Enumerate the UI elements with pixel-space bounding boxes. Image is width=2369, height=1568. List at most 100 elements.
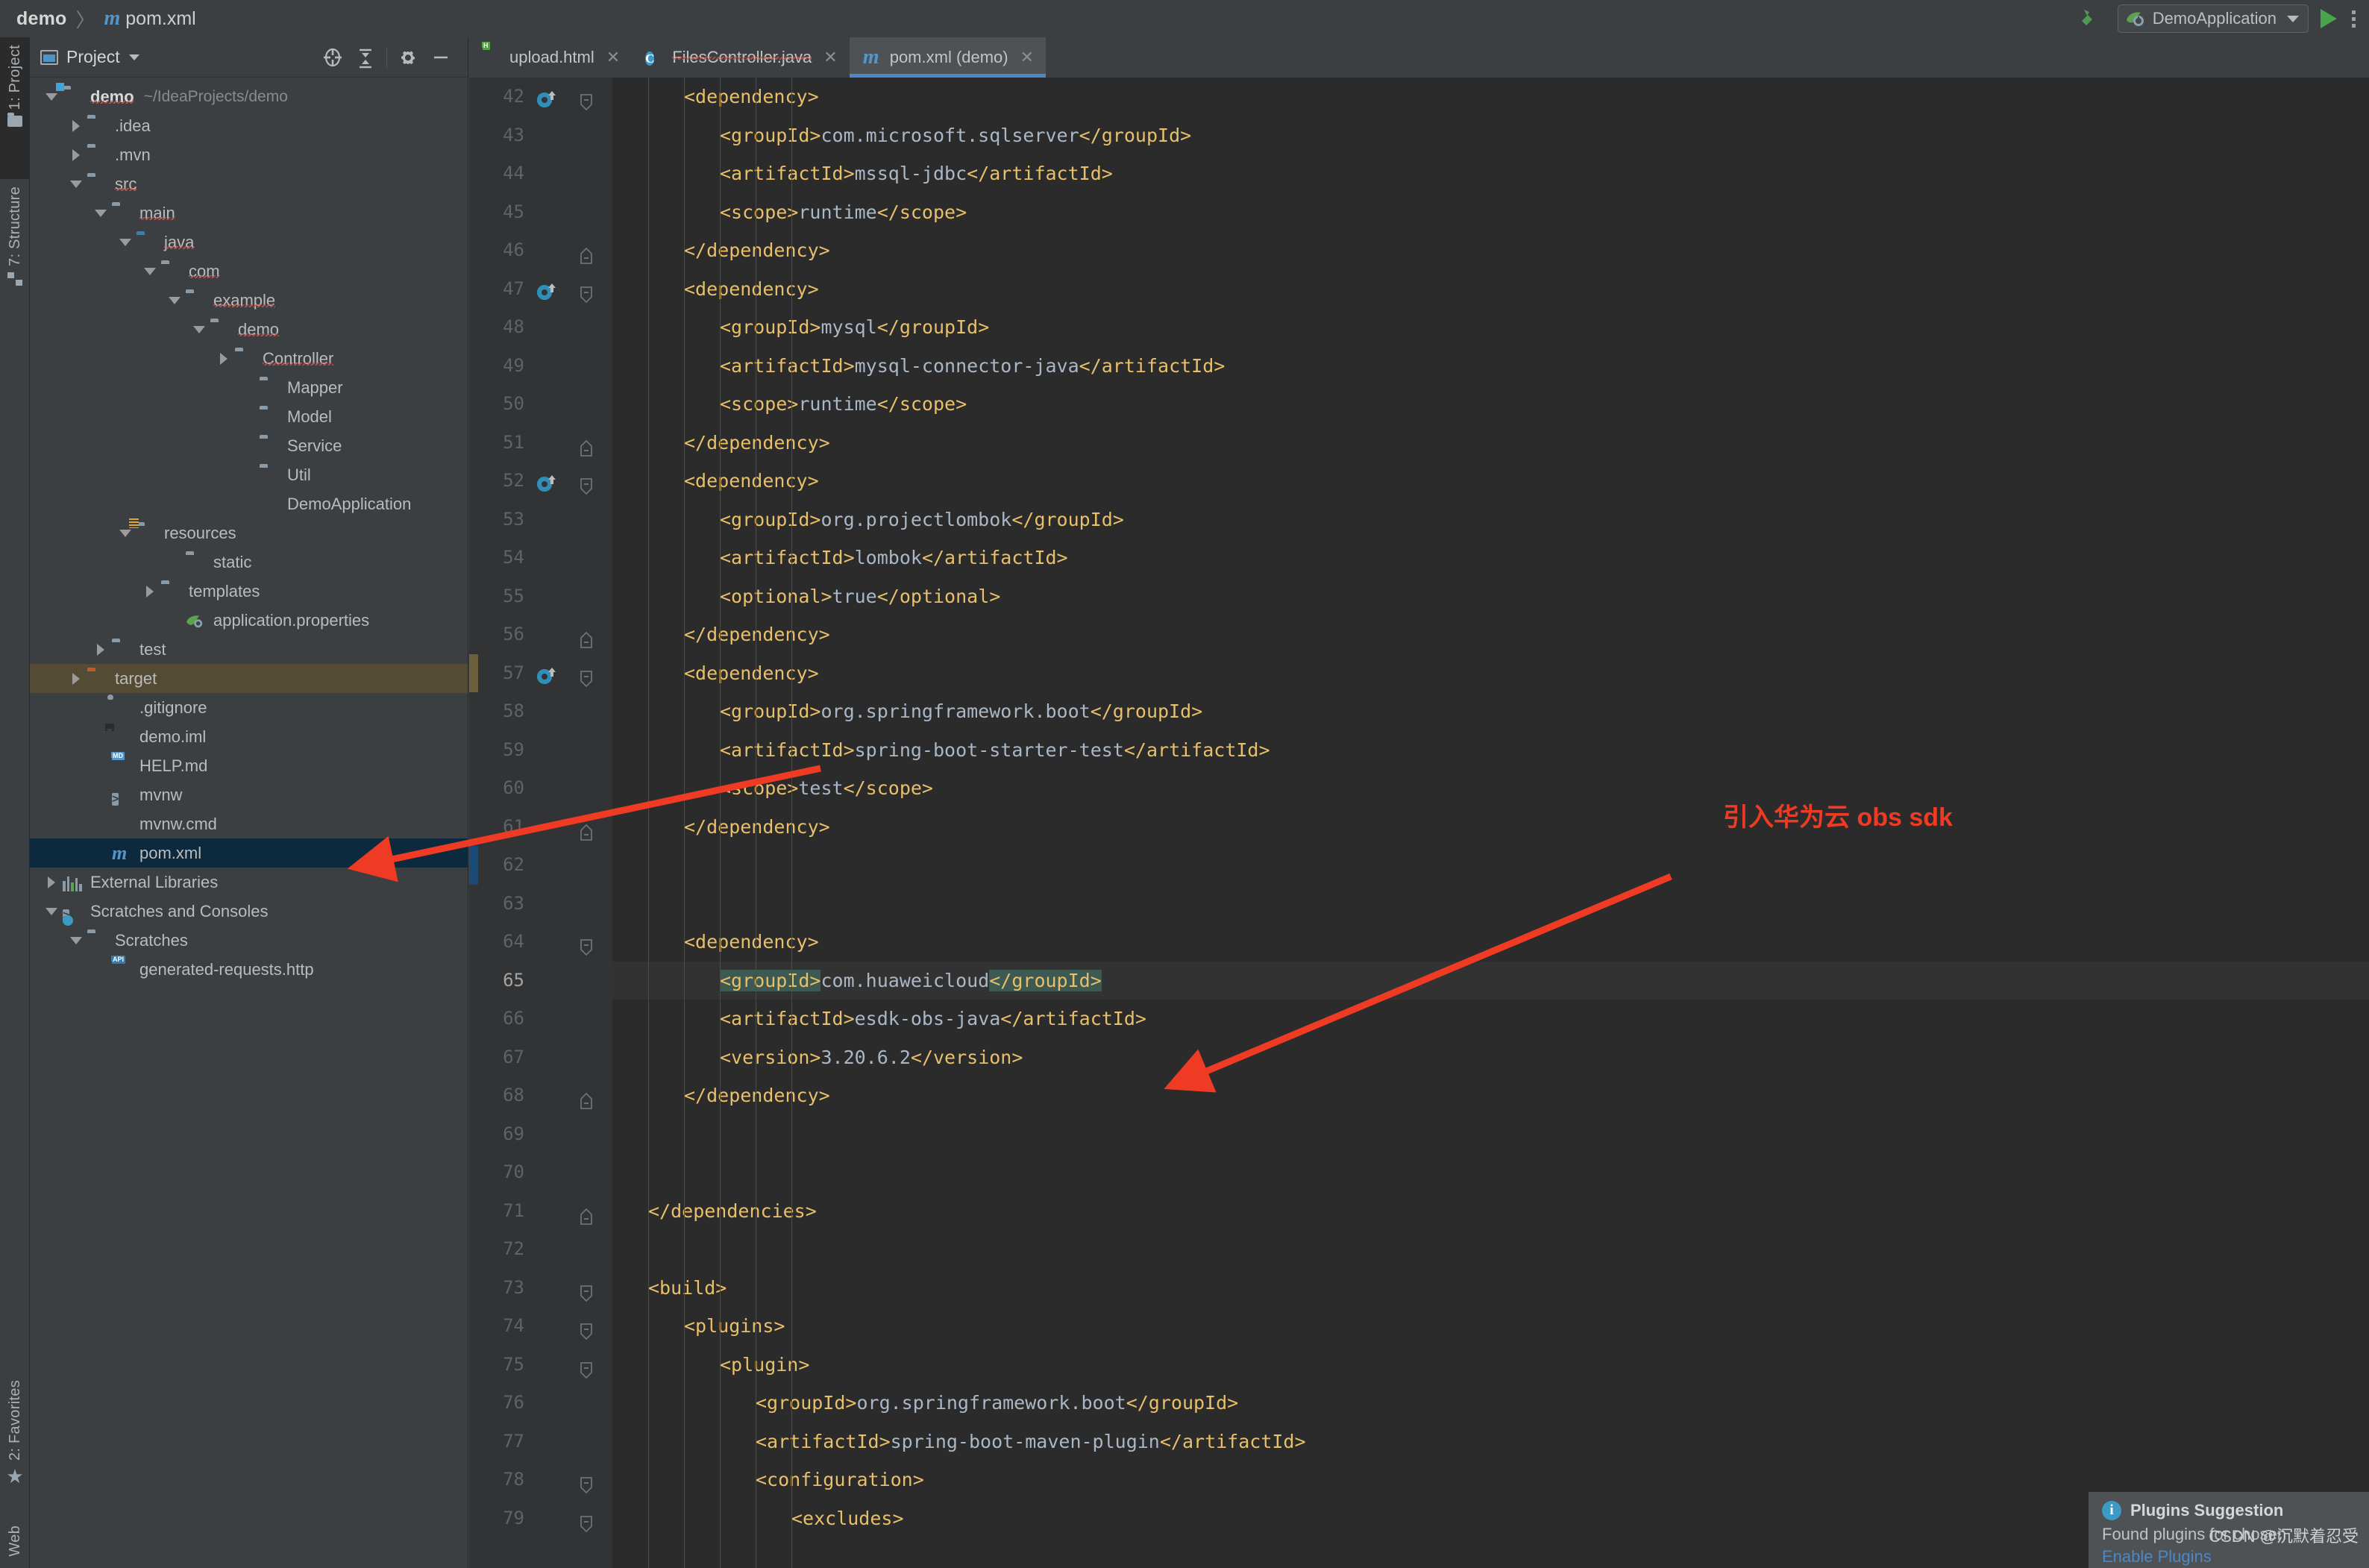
chevron-right-icon[interactable] bbox=[92, 642, 109, 658]
fold-end-icon[interactable] bbox=[577, 818, 596, 837]
code-line-65[interactable]: <groupId>com.huaweicloud</groupId> bbox=[612, 962, 2369, 1000]
gutter-line-69[interactable]: 69 bbox=[478, 1115, 612, 1154]
maven-dependency-icon[interactable] bbox=[535, 663, 557, 684]
gear-icon[interactable] bbox=[392, 41, 424, 74]
tree-item-external-libraries[interactable]: External Libraries bbox=[30, 868, 468, 897]
maven-dependency-icon[interactable] bbox=[535, 471, 557, 492]
code-line-74[interactable]: <plugins> bbox=[612, 1307, 2369, 1346]
code-line-68[interactable]: </dependency> bbox=[612, 1076, 2369, 1115]
maven-dependency-icon[interactable] bbox=[535, 279, 557, 300]
gutter-line-67[interactable]: 67 bbox=[478, 1038, 612, 1077]
tree-item-scratches[interactable]: Scratches bbox=[30, 926, 468, 955]
code-line-60[interactable]: <scope>test</scope> bbox=[612, 769, 2369, 808]
code-line-54[interactable]: <artifactId>lombok</artifactId> bbox=[612, 539, 2369, 577]
build-hammer-icon[interactable] bbox=[2074, 1, 2109, 36]
tree-item--gitignore[interactable]: .gitignore bbox=[30, 693, 468, 722]
sidebar-item-web[interactable]: Web bbox=[0, 1518, 30, 1568]
fold-end-icon[interactable] bbox=[577, 1202, 596, 1221]
code-line-43[interactable]: <groupId>com.microsoft.sqlserver</groupI… bbox=[612, 116, 2369, 155]
tree-item-src[interactable]: src bbox=[30, 169, 468, 198]
gutter-line-62[interactable]: 62 bbox=[478, 846, 612, 885]
gutter-line-57[interactable]: 57 bbox=[478, 654, 612, 693]
code-line-50[interactable]: <scope>runtime</scope> bbox=[612, 385, 2369, 424]
fold-expand-icon[interactable] bbox=[577, 87, 596, 107]
gutter-line-63[interactable]: 63 bbox=[478, 885, 612, 923]
chevron-down-icon[interactable] bbox=[43, 903, 60, 920]
gutter-line-44[interactable]: 44 bbox=[478, 154, 612, 193]
tree-item-main[interactable]: main bbox=[30, 198, 468, 228]
chevron-right-icon[interactable] bbox=[68, 118, 84, 134]
code-line-75[interactable]: <plugin> bbox=[612, 1346, 2369, 1384]
tree-item-example[interactable]: example bbox=[30, 286, 468, 315]
code-line-47[interactable]: <dependency> bbox=[612, 270, 2369, 309]
sidebar-item-favorites[interactable]: 2: Favorites ★ bbox=[0, 1373, 30, 1514]
gutter-line-52[interactable]: 52 bbox=[478, 462, 612, 501]
tree-item-generated-requests-http[interactable]: APIgenerated-requests.http bbox=[30, 955, 468, 984]
code-line-42[interactable]: <dependency> bbox=[612, 78, 2369, 116]
code-line-46[interactable]: </dependency> bbox=[612, 231, 2369, 270]
gutter-line-53[interactable]: 53 bbox=[478, 501, 612, 539]
close-icon[interactable]: ✕ bbox=[606, 48, 620, 67]
gutter-line-71[interactable]: 71 bbox=[478, 1192, 612, 1231]
code-line-49[interactable]: <artifactId>mysql-connector-java</artifa… bbox=[612, 347, 2369, 386]
gutter-line-46[interactable]: 46 bbox=[478, 231, 612, 270]
gutter-line-59[interactable]: 59 bbox=[478, 731, 612, 770]
tree-item-mvnw-cmd[interactable]: mvnw.cmd bbox=[30, 809, 468, 838]
code-line-72[interactable] bbox=[612, 1230, 2369, 1269]
tree-item-controller[interactable]: Controller bbox=[30, 344, 468, 373]
gutter-line-55[interactable]: 55 bbox=[478, 577, 612, 616]
tree-item-util[interactable]: Util bbox=[30, 460, 468, 489]
code-line-53[interactable]: <groupId>org.projectlombok</groupId> bbox=[612, 501, 2369, 539]
fold-end-icon[interactable] bbox=[577, 241, 596, 260]
gutter-line-75[interactable]: 75 bbox=[478, 1346, 612, 1384]
tree-item-target[interactable]: target bbox=[30, 664, 468, 693]
code-line-52[interactable]: <dependency> bbox=[612, 462, 2369, 501]
tree-item-application-properties[interactable]: application.properties bbox=[30, 606, 468, 635]
fold-expand-icon[interactable] bbox=[577, 280, 596, 299]
gutter-line-70[interactable]: 70 bbox=[478, 1153, 612, 1192]
fold-expand-icon[interactable] bbox=[577, 1509, 596, 1528]
tree-item-mapper[interactable]: Mapper bbox=[30, 373, 468, 402]
tree-item-static[interactable]: static bbox=[30, 548, 468, 577]
gutter-line-60[interactable]: 60 bbox=[478, 769, 612, 808]
locate-target-icon[interactable] bbox=[316, 41, 349, 74]
fold-expand-icon[interactable] bbox=[577, 1279, 596, 1298]
code-line-76[interactable]: <groupId>org.springframework.boot</group… bbox=[612, 1384, 2369, 1423]
tree-item-test[interactable]: test bbox=[30, 635, 468, 664]
plugins-suggestion-notification[interactable]: i Plugins Suggestion Found plugins for c… bbox=[2089, 1492, 2369, 1568]
collapse-all-icon[interactable] bbox=[349, 41, 382, 74]
chevron-down-icon[interactable] bbox=[43, 89, 60, 105]
tree-item-scratches-and-consoles[interactable]: >Scratches and Consoles bbox=[30, 897, 468, 926]
code-editor[interactable]: 4243444546474849505152535455565758596061… bbox=[469, 78, 2369, 1568]
fold-expand-icon[interactable] bbox=[577, 664, 596, 683]
gutter-line-77[interactable]: 77 bbox=[478, 1423, 612, 1461]
enable-plugins-link[interactable]: Enable Plugins bbox=[2102, 1547, 2369, 1567]
code-line-56[interactable]: </dependency> bbox=[612, 615, 2369, 654]
maven-dependency-icon[interactable] bbox=[535, 87, 557, 107]
code-line-73[interactable]: <build> bbox=[612, 1269, 2369, 1308]
gutter-line-73[interactable]: 73 bbox=[478, 1269, 612, 1308]
code-line-59[interactable]: <artifactId>spring-boot-starter-test</ar… bbox=[612, 731, 2369, 770]
breadcrumb-project[interactable]: demo bbox=[16, 8, 66, 30]
editor-gutter[interactable]: 4243444546474849505152535455565758596061… bbox=[478, 78, 612, 1568]
run-button[interactable] bbox=[2321, 9, 2337, 28]
code-line-61[interactable]: </dependency> bbox=[612, 808, 2369, 847]
fold-end-icon[interactable] bbox=[577, 1086, 596, 1106]
chevron-down-icon[interactable] bbox=[191, 322, 207, 338]
code-line-63[interactable] bbox=[612, 885, 2369, 923]
editor-tab-upload[interactable]: Hupload.html✕ bbox=[469, 37, 632, 78]
gutter-line-79[interactable]: 79 bbox=[478, 1499, 612, 1538]
tree-item--idea[interactable]: .idea bbox=[30, 111, 468, 140]
gutter-line-61[interactable]: 61 bbox=[478, 808, 612, 847]
gutter-line-78[interactable]: 78 bbox=[478, 1461, 612, 1499]
code-line-44[interactable]: <artifactId>mssql-jdbc</artifactId> bbox=[612, 154, 2369, 193]
code-line-55[interactable]: <optional>true</optional> bbox=[612, 577, 2369, 616]
tree-item-java[interactable]: java bbox=[30, 228, 468, 257]
fold-end-icon[interactable] bbox=[577, 433, 596, 453]
close-icon[interactable]: ✕ bbox=[823, 48, 837, 67]
chevron-down-icon[interactable] bbox=[68, 176, 84, 192]
chevron-right-icon[interactable] bbox=[68, 147, 84, 163]
gutter-line-66[interactable]: 66 bbox=[478, 1000, 612, 1038]
run-configuration-selector[interactable]: DemoApplication bbox=[2118, 4, 2309, 33]
gutter-line-65[interactable]: 65 bbox=[478, 962, 612, 1000]
